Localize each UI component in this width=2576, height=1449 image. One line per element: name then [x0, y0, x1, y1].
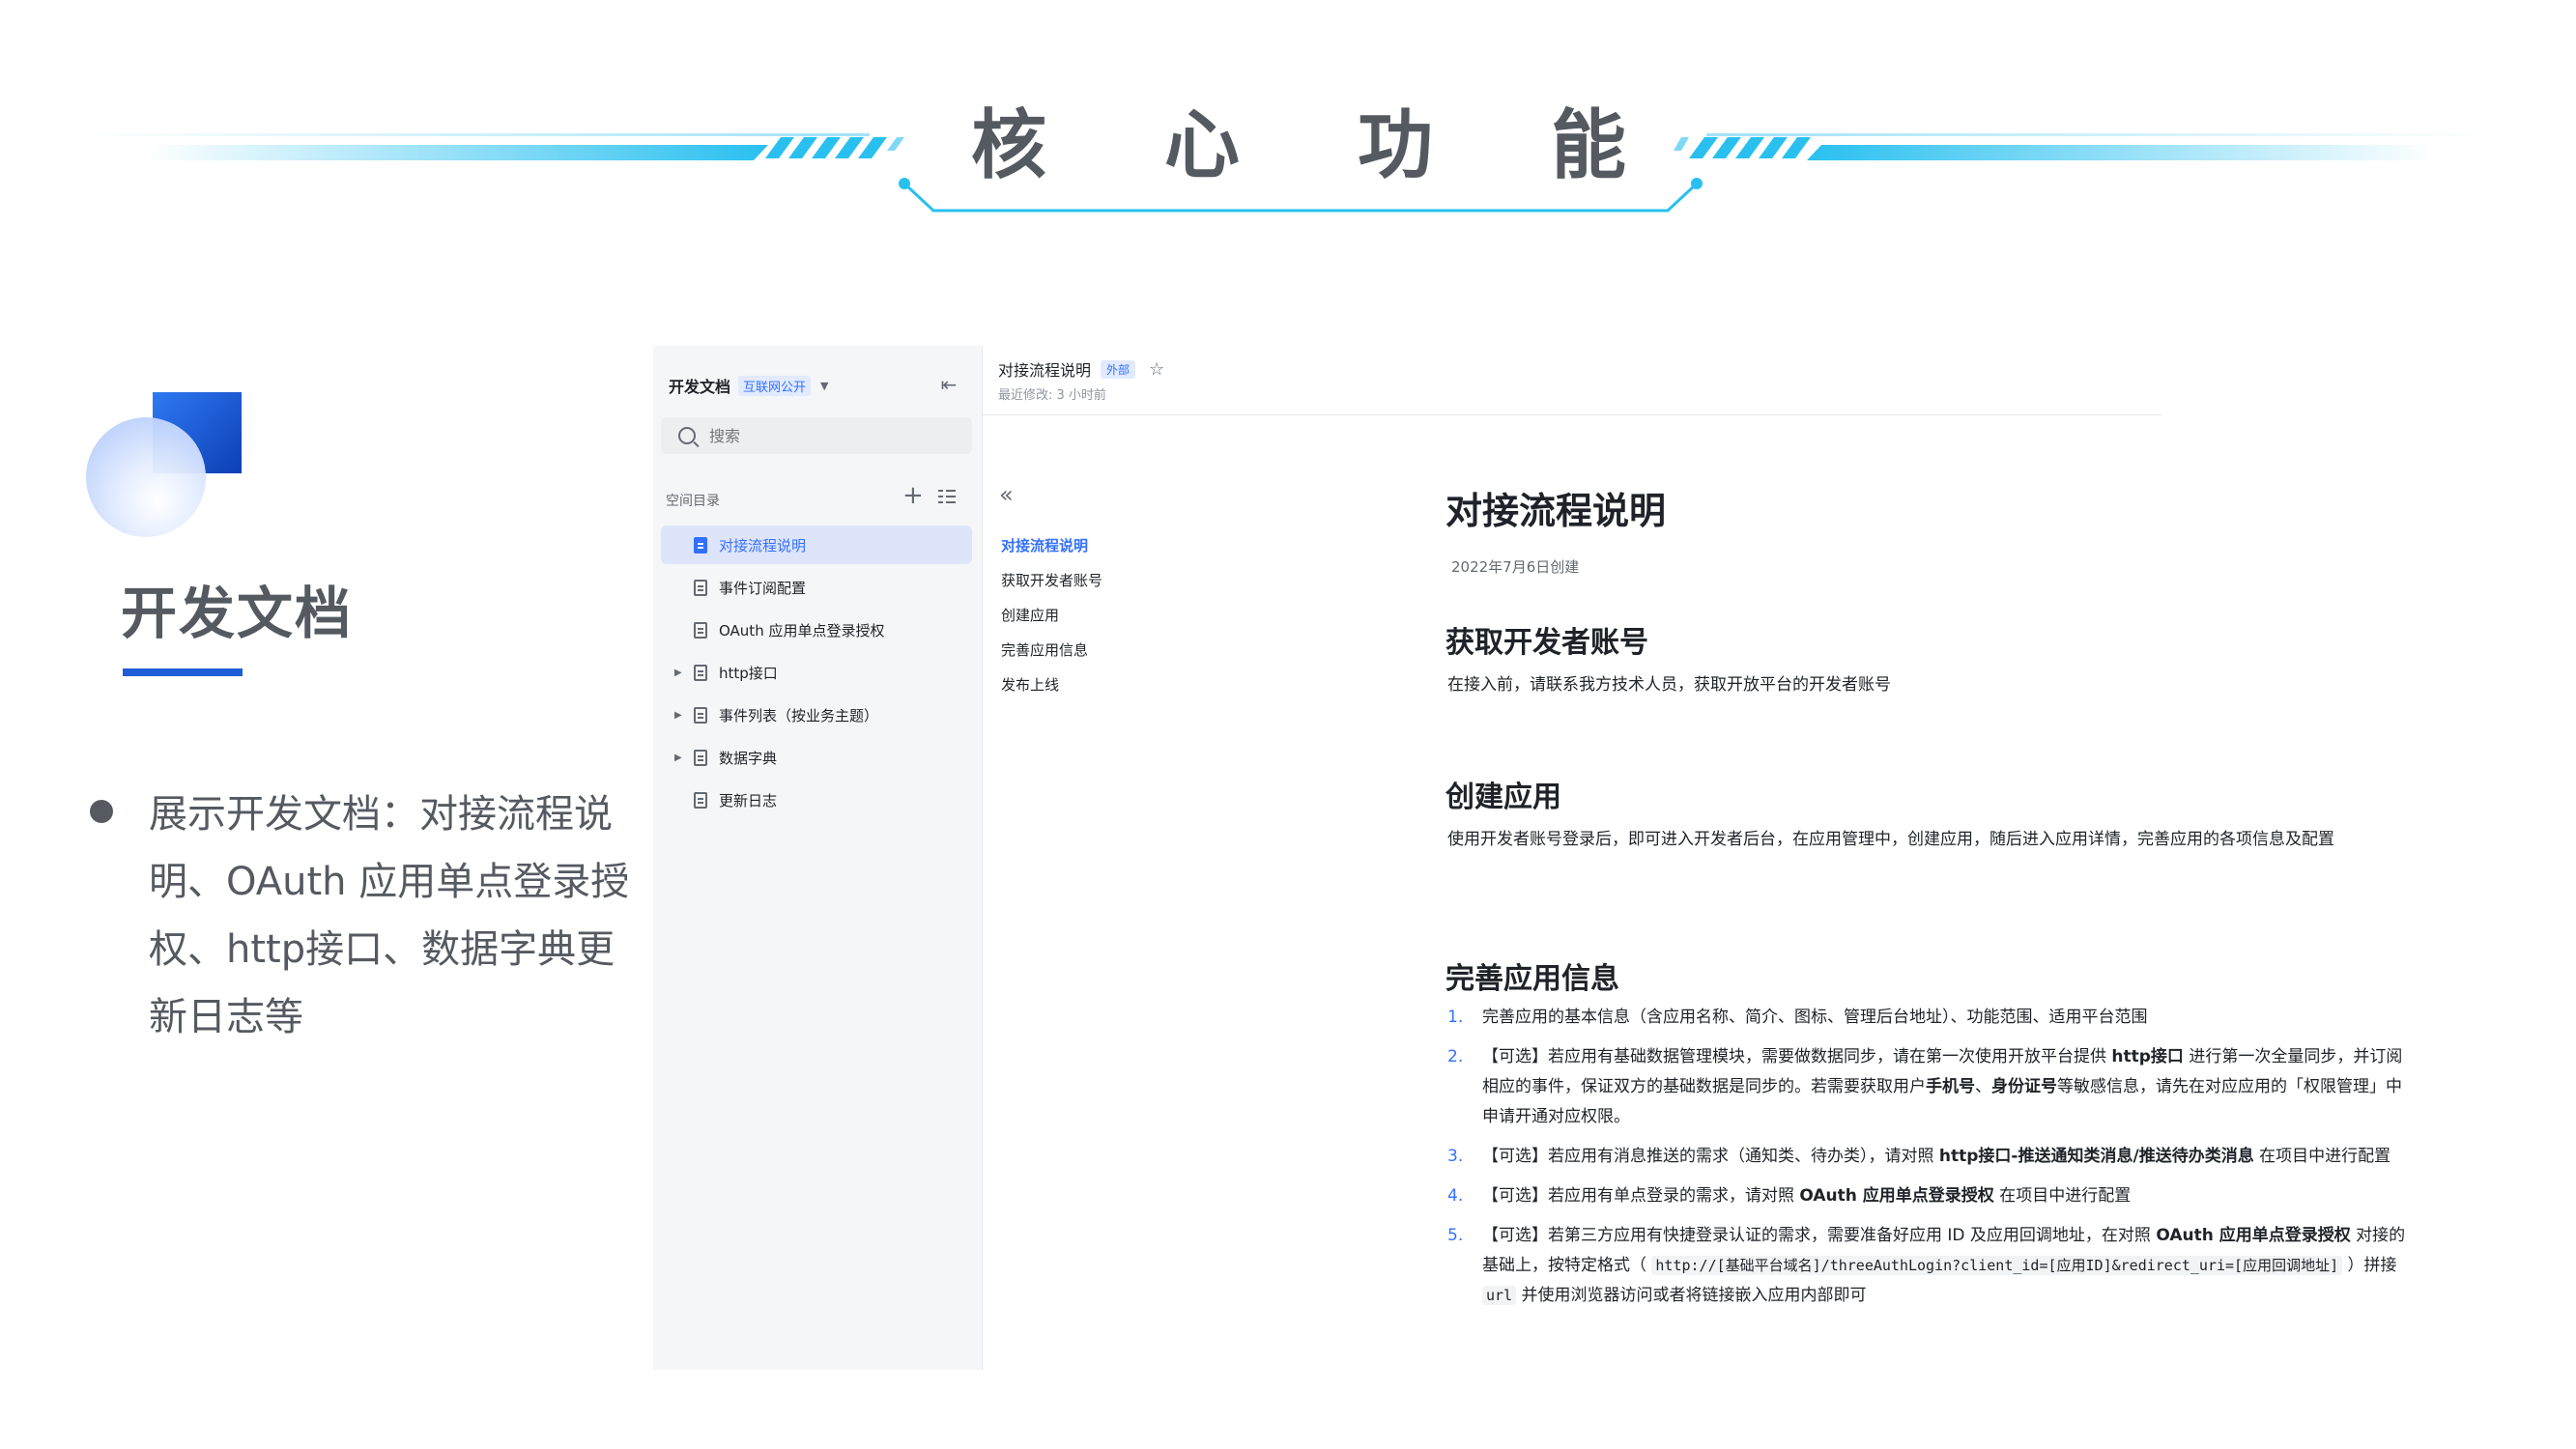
- document-icon: [694, 579, 707, 596]
- docs-app-screenshot: 开发文档 互联网公开 ▼ ⇤ 空间目录 + 对接流程说明 事件订阅配置 OAut…: [653, 346, 2489, 1370]
- outline-item[interactable]: 获取开发者账号: [1001, 570, 1102, 590]
- outline-item[interactable]: 对接流程说明: [1001, 535, 1088, 555]
- section-text-create: 使用开发者账号登录后，即可进入开发者后台，在应用管理中，创建应用，随后进入应用详…: [1447, 830, 2334, 849]
- list-bold-text: OAuth 应用单点登录授权: [1799, 1186, 1994, 1206]
- list-item: 2. 【可选】若应用有基础数据管理模块，需要做数据同步，请在第一次使用开放平台提…: [1447, 1042, 2414, 1132]
- title-underline: [123, 668, 243, 676]
- created-date: 2022年7月6日创建: [1451, 558, 1580, 576]
- header-banner: [77, 133, 2499, 213]
- bullet-dot: [90, 800, 113, 823]
- list-text: 在项目中进行配置: [2253, 1147, 2391, 1166]
- list-item: 4. 【可选】若应用有单点登录的需求，请对照 OAuth 应用单点登录授权 在项…: [1447, 1181, 2414, 1211]
- section-text-account: 在接入前，请联系我方技术人员，获取开放平台的开发者账号: [1447, 675, 1891, 695]
- document-icon: [694, 706, 707, 724]
- inline-code: url: [1482, 1286, 1517, 1305]
- search-icon: [678, 427, 696, 444]
- document-title: 对接流程说明: [1445, 490, 1667, 532]
- list-bold-text: http接口-推送通知类消息/推送待办类消息: [1938, 1147, 2254, 1166]
- header-title-row: 对接流程说明 外部 ☆: [998, 357, 1164, 381]
- double-chevron-left-icon[interactable]: «: [999, 481, 1014, 508]
- document-icon: [694, 621, 707, 639]
- tree-item-oauth[interactable]: OAuth 应用单点登录授权: [661, 611, 972, 649]
- list-text: 、: [1975, 1077, 1991, 1096]
- list-item: 5. 【可选】若第三方应用有快捷登录认证的需求，需要准备好应用 ID 及应用回调…: [1447, 1221, 2414, 1311]
- tree-item-event-subscription[interactable]: 事件订阅配置: [661, 568, 972, 607]
- inline-code: http://[基础平台域名]/threeAuthLogin?client_id…: [1651, 1256, 2343, 1275]
- list-number: 4.: [1447, 1186, 1464, 1206]
- tree-item-data-dictionary[interactable]: ▶ 数据字典: [661, 738, 972, 777]
- tree-item-label: 对接流程说明: [719, 536, 807, 554]
- list-bold-text: 手机号: [1926, 1077, 1975, 1096]
- outline-item[interactable]: 创建应用: [1001, 605, 1059, 625]
- search-box[interactable]: [661, 417, 972, 454]
- tree-item-flow[interactable]: 对接流程说明: [661, 526, 972, 564]
- heading-char: 功: [1358, 102, 1434, 189]
- list-item: 3. 【可选】若应用有消息推送的需求（通知类、待办类），请对照 http接口-推…: [1447, 1142, 2414, 1172]
- document-name: 对接流程说明: [998, 361, 1092, 380]
- tree-item-label: 事件列表（按业务主题）: [719, 706, 879, 724]
- visibility-badge: 外部: [1101, 359, 1136, 379]
- decorative-circle: [86, 417, 206, 537]
- expand-arrow-icon[interactable]: ▶: [674, 753, 682, 763]
- outline-item[interactable]: 发布上线: [1001, 674, 1059, 695]
- star-icon[interactable]: ☆: [1149, 359, 1164, 380]
- list-text: 完善应用的基本信息（含应用名称、简介、图标、管理后台地址）、功能范围、适用平台范…: [1482, 1008, 2148, 1027]
- heading-char: 核: [971, 102, 1047, 189]
- tree-item-label: http接口: [719, 664, 778, 682]
- list-text: 【可选】若应用有基础数据管理模块，需要做数据同步，请在第一次使用开放平台提供: [1482, 1047, 2112, 1066]
- heading-char: 能: [1551, 102, 1627, 189]
- list-bold-text: 身份证号: [1991, 1077, 2057, 1096]
- slide-bullet-text: 展示开发文档：对接流程说明、OAuth 应用单点登录授权、http接口、数据字典…: [149, 792, 630, 1039]
- list-item: 1. 完善应用的基本信息（含应用名称、简介、图标、管理后台地址）、功能范围、适用…: [1447, 1003, 2414, 1033]
- last-modified: 最近修改: 3 小时前: [998, 388, 1106, 403]
- collapse-sidebar-icon[interactable]: ⇤: [935, 371, 962, 398]
- section-heading-complete: 完善应用信息: [1445, 962, 1619, 996]
- tree-item-label: 数据字典: [719, 749, 778, 767]
- outline-item[interactable]: 完善应用信息: [1001, 639, 1088, 660]
- header-divider: [983, 414, 2161, 415]
- list-number: 5.: [1447, 1226, 1464, 1245]
- list-bold-text: http接口: [2111, 1047, 2184, 1066]
- list-text: 【可选】若第三方应用有快捷登录认证的需求，需要准备好应用 ID 及应用回调地址，…: [1482, 1226, 2157, 1245]
- expand-arrow-icon[interactable]: ▶: [674, 668, 682, 678]
- tree-item-event-list[interactable]: ▶ 事件列表（按业务主题）: [661, 696, 972, 734]
- list-number: 1.: [1447, 1008, 1464, 1027]
- section-heading-create: 创建应用: [1445, 781, 1561, 814]
- list-text: 并使用浏览器访问或者将链接嵌入应用内部即可: [1516, 1286, 1867, 1305]
- space-name: 开发文档: [669, 378, 731, 396]
- list-number: 3.: [1447, 1147, 1464, 1166]
- section-label: 空间目录: [666, 494, 720, 509]
- section-heading-account: 获取开发者账号: [1445, 626, 1648, 660]
- space-tag: 互联网公开: [738, 375, 812, 396]
- document-header: 对接流程说明 外部 ☆ 最近修改: 3 小时前: [983, 346, 2489, 413]
- list-text: 【可选】若应用有消息推送的需求（通知类、待办类），请对照: [1482, 1147, 1939, 1166]
- document-icon: [694, 536, 707, 554]
- sidebar: 开发文档 互联网公开 ▼ ⇤ 空间目录 + 对接流程说明 事件订阅配置 OAut…: [653, 346, 983, 1370]
- tree-item-label: OAuth 应用单点登录授权: [719, 621, 885, 639]
- list-text: 在项目中进行配置: [1993, 1186, 2132, 1206]
- ordered-list: 1. 完善应用的基本信息（含应用名称、简介、图标、管理后台地址）、功能范围、适用…: [1447, 1003, 2414, 1321]
- document-icon: [694, 791, 707, 809]
- tree-item-label: 事件订阅配置: [719, 579, 807, 597]
- chevron-down-icon: ▼: [820, 379, 829, 392]
- document-icon: [694, 749, 707, 766]
- list-text: ）拼接: [2342, 1256, 2397, 1275]
- document-icon: [694, 664, 707, 681]
- space-switcher[interactable]: 开发文档 互联网公开 ▼: [669, 371, 829, 400]
- list-number: 2.: [1447, 1047, 1464, 1066]
- slide-title: 开发文档: [121, 581, 354, 646]
- list-text: 【可选】若应用有单点登录的需求，请对照: [1482, 1186, 1800, 1206]
- search-input[interactable]: [707, 425, 943, 446]
- list-bold-text: OAuth 应用单点登录授权: [2156, 1226, 2351, 1245]
- add-icon[interactable]: +: [902, 483, 924, 508]
- expand-arrow-icon[interactable]: ▶: [674, 710, 682, 721]
- tree-item-http-api[interactable]: ▶ http接口: [661, 653, 972, 692]
- tree-item-changelog[interactable]: 更新日志: [661, 781, 972, 819]
- tree-item-label: 更新日志: [719, 791, 778, 810]
- heading-char: 心: [1164, 102, 1241, 189]
- list-options-icon[interactable]: [938, 489, 956, 504]
